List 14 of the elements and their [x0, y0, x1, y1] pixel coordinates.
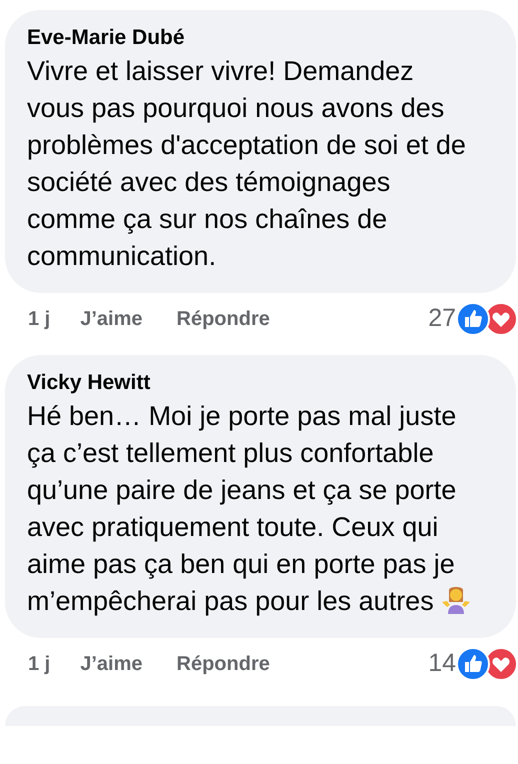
timestamp[interactable]: 1 j	[28, 304, 50, 334]
timestamp[interactable]: 1 j	[28, 649, 50, 679]
like-link[interactable]: J’aime	[80, 649, 143, 679]
like-icon	[456, 302, 490, 336]
reaction-count[interactable]: 27	[428, 300, 456, 338]
author-name[interactable]: Vicky Hewitt	[27, 368, 476, 398]
comment-text: Vivre et laisser vivre! Demandez vous pas pourquoi nous avons des problèmes d'acceptation de soi et de société avec des témoignages comme ça sur nos chaînes de communication.	[27, 55, 467, 273]
like-link[interactable]: J’aime	[80, 304, 143, 334]
reaction-count[interactable]: 14	[428, 645, 456, 683]
comment-text: Hé ben… Moi je porte pas mal juste ça c’est tellement plus confortable qu’une paire de jeans et ça se porte avec pratiquement toute. Ceux qui aime pas ça ben qui en porte pas je m’empêcherai pas pour les autres	[27, 398, 476, 620]
like-icon	[456, 647, 490, 681]
reply-link[interactable]: Répondre	[176, 649, 270, 679]
reply-link[interactable]: Répondre	[176, 304, 270, 334]
author-name[interactable]: Eve-Marie Dubé	[27, 23, 476, 53]
